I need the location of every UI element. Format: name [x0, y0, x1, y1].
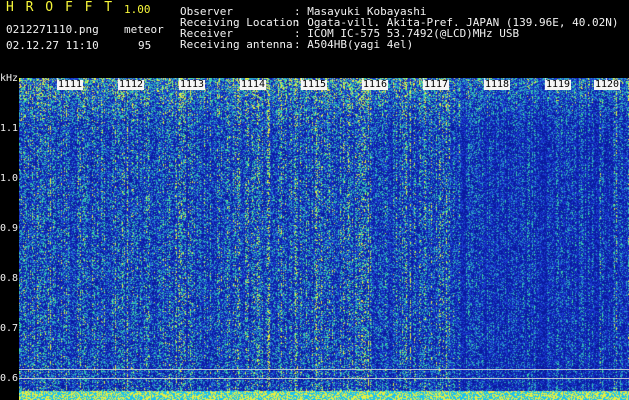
minute-label: 1113	[179, 79, 206, 90]
datetime-label: 02.12.27 11:10	[6, 39, 99, 52]
reference-line	[19, 378, 629, 379]
y-tick-label: 0.7	[0, 323, 19, 334]
minute-label: 1111	[57, 79, 84, 90]
y-tick-label: 1.0	[0, 173, 19, 184]
minute-label: 1120	[594, 79, 621, 90]
minute-label: 1115	[301, 79, 328, 90]
app-title: H R O F F T	[6, 0, 115, 15]
minute-label: 1112	[118, 79, 145, 90]
unit-label: kHz	[0, 73, 19, 84]
minute-label: 1117	[423, 79, 450, 90]
y-tick-label: 0.8	[0, 273, 19, 284]
y-tick-label: 0.9	[0, 223, 19, 234]
version-label: 1.00	[124, 3, 151, 16]
mode-label: meteor	[124, 23, 164, 36]
antenna-value: : A504HB(yagi 4el)	[294, 38, 414, 51]
minute-label: 1118	[484, 79, 511, 90]
filename-label: 0212271110.png	[6, 23, 99, 36]
minute-label: 1114	[240, 79, 267, 90]
reference-line	[19, 369, 629, 370]
y-tick-label: 0.6	[0, 373, 19, 384]
meteor-count: 95	[138, 39, 152, 52]
y-tick-label: 1.1	[0, 123, 19, 134]
minute-label: 1119	[545, 79, 572, 90]
spectrogram-display	[19, 78, 629, 400]
antenna-label: Receiving antenna	[180, 38, 293, 51]
hrofft-window: H R O F F T 1.00 0212271110.png meteor 0…	[0, 0, 629, 400]
minute-label: 1116	[362, 79, 389, 90]
